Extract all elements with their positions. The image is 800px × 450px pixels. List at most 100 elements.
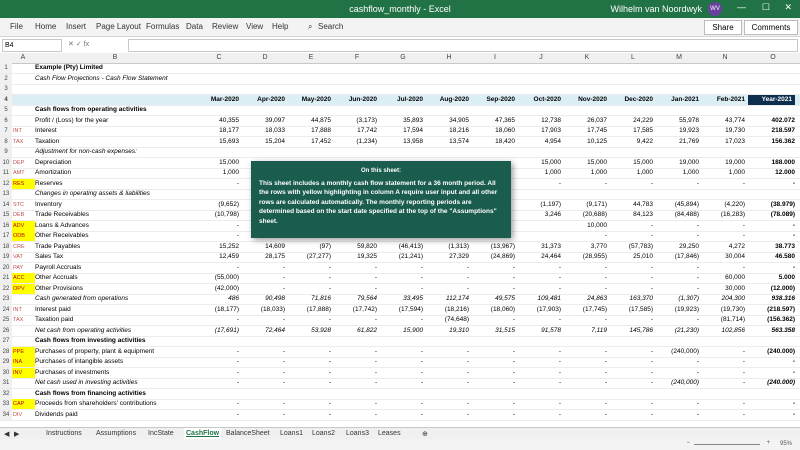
- value-cell[interactable]: (4,220): [702, 200, 745, 210]
- sheet-tab-loans2[interactable]: Loans2: [312, 430, 335, 437]
- sheet-nav-next-icon[interactable]: ▶: [14, 430, 19, 438]
- row-code-cell[interactable]: ACC: [12, 273, 35, 283]
- value-cell[interactable]: 188.000: [748, 158, 796, 168]
- row-header[interactable]: 24: [0, 304, 12, 315]
- value-cell[interactable]: 49,575: [472, 294, 515, 304]
- row-header[interactable]: 19: [0, 252, 12, 262]
- value-cell[interactable]: (240.000): [748, 378, 795, 388]
- value-cell[interactable]: -: [196, 315, 239, 325]
- value-cell[interactable]: -: [242, 263, 285, 273]
- value-cell[interactable]: 17,452: [288, 137, 331, 147]
- value-cell[interactable]: (17,594): [380, 305, 423, 315]
- value-cell[interactable]: -: [564, 263, 607, 273]
- value-cell[interactable]: 1,000: [518, 168, 561, 178]
- value-cell[interactable]: -: [702, 179, 745, 189]
- row-label-cell[interactable]: Taxation: [35, 137, 195, 147]
- value-cell[interactable]: (84,488): [656, 210, 699, 220]
- row-code-cell[interactable]: INV: [12, 367, 35, 378]
- value-cell[interactable]: -: [564, 368, 607, 378]
- value-cell[interactable]: 26,037: [564, 116, 607, 126]
- value-cell[interactable]: 34,905: [426, 116, 469, 126]
- row-label-cell[interactable]: Loans & Advances: [35, 221, 195, 231]
- value-cell[interactable]: -: [656, 179, 699, 189]
- row-header[interactable]: 3: [0, 84, 12, 94]
- value-cell[interactable]: -: [472, 410, 515, 420]
- value-cell[interactable]: 14,609: [242, 242, 285, 252]
- value-cell[interactable]: 44,875: [288, 116, 331, 126]
- value-cell[interactable]: 9,422: [610, 137, 653, 147]
- row-header[interactable]: 18: [0, 241, 12, 252]
- value-cell[interactable]: 13,958: [380, 137, 423, 147]
- value-cell[interactable]: (10,798): [196, 210, 239, 220]
- value-cell[interactable]: -: [426, 284, 469, 294]
- column-header-c[interactable]: C: [196, 54, 242, 61]
- column-header-l[interactable]: L: [610, 54, 656, 61]
- value-cell[interactable]: -: [288, 273, 331, 283]
- value-cell[interactable]: 15,693: [196, 137, 239, 147]
- row-code-cell[interactable]: INA: [12, 357, 35, 367]
- value-cell[interactable]: -: [564, 399, 607, 409]
- column-header-b[interactable]: B: [34, 54, 196, 61]
- user-name[interactable]: Wilhelm van Noordwyk: [610, 4, 702, 14]
- value-cell[interactable]: Dec-2020: [610, 95, 653, 105]
- row-code-cell[interactable]: TAX: [12, 137, 35, 147]
- value-cell[interactable]: 40,355: [196, 116, 239, 126]
- value-cell[interactable]: -: [518, 378, 561, 388]
- zoom-slider[interactable]: [694, 444, 760, 445]
- value-cell[interactable]: (17,888): [288, 305, 331, 315]
- cancel-icon[interactable]: ✕: [68, 41, 74, 48]
- row-header[interactable]: 13: [0, 189, 12, 199]
- value-cell[interactable]: -: [518, 357, 561, 367]
- value-cell[interactable]: -: [656, 315, 699, 325]
- value-cell[interactable]: 4,954: [518, 137, 561, 147]
- value-cell[interactable]: 17,585: [610, 126, 653, 136]
- value-cell[interactable]: (17,691): [196, 326, 239, 336]
- maximize-icon[interactable]: ☐: [762, 2, 770, 13]
- value-cell[interactable]: (42,000): [196, 284, 239, 294]
- value-cell[interactable]: 35,893: [380, 116, 423, 126]
- value-cell[interactable]: (240,000): [656, 378, 699, 388]
- value-cell[interactable]: -: [472, 357, 515, 367]
- value-cell[interactable]: (12.000): [748, 284, 795, 294]
- value-cell[interactable]: -: [380, 347, 423, 357]
- value-cell[interactable]: Jul-2020: [380, 95, 423, 105]
- value-cell[interactable]: -: [288, 399, 331, 409]
- row-header[interactable]: 6: [0, 115, 12, 126]
- value-cell[interactable]: 33,495: [380, 294, 423, 304]
- row-label-cell[interactable]: Other Receivables: [35, 231, 195, 241]
- value-cell[interactable]: 5.000: [748, 273, 795, 283]
- value-cell[interactable]: (55,000): [196, 273, 239, 283]
- value-cell[interactable]: (17,745): [564, 305, 607, 315]
- value-cell[interactable]: -: [656, 410, 699, 420]
- value-cell[interactable]: (17,585): [610, 305, 653, 315]
- value-cell[interactable]: 19,310: [426, 326, 469, 336]
- sheet-tab-assumptions[interactable]: Assumptions: [96, 430, 136, 437]
- value-cell[interactable]: -: [196, 368, 239, 378]
- value-cell[interactable]: -: [610, 315, 653, 325]
- value-cell[interactable]: 17,745: [564, 126, 607, 136]
- enter-icon[interactable]: ✓: [76, 41, 82, 48]
- value-cell[interactable]: -: [196, 357, 239, 367]
- value-cell[interactable]: -: [380, 378, 423, 388]
- value-cell[interactable]: -: [380, 263, 423, 273]
- row-header[interactable]: 27: [0, 336, 12, 346]
- row-label-cell[interactable]: Purchases of property, plant & equipment: [35, 347, 195, 357]
- sheet-tab-loans3[interactable]: Loans3: [346, 430, 369, 437]
- column-header-m[interactable]: M: [656, 54, 702, 61]
- value-cell[interactable]: 15,900: [380, 326, 423, 336]
- value-cell[interactable]: -: [426, 368, 469, 378]
- sheet-tab-leases[interactable]: Leases: [378, 430, 401, 437]
- row-header[interactable]: 31: [0, 378, 12, 388]
- value-cell[interactable]: -: [610, 263, 653, 273]
- value-cell[interactable]: 25,010: [610, 252, 653, 262]
- row-label-cell[interactable]: Sales Tax: [35, 252, 195, 262]
- value-cell[interactable]: -: [702, 410, 745, 420]
- value-cell[interactable]: -: [334, 284, 377, 294]
- value-cell[interactable]: 61,822: [334, 326, 377, 336]
- row-label-cell[interactable]: Adjustment for non-cash expenses:: [35, 147, 195, 157]
- spreadsheet-grid[interactable]: 1 Example (Pty) Limited 2 Cash Flow Project…: [0, 63, 800, 427]
- value-cell[interactable]: -: [518, 347, 561, 357]
- row-label-cell[interactable]: Depreciation: [35, 158, 195, 168]
- row-code-cell[interactable]: ODB: [12, 231, 35, 241]
- row-code-cell[interactable]: STC: [12, 200, 35, 210]
